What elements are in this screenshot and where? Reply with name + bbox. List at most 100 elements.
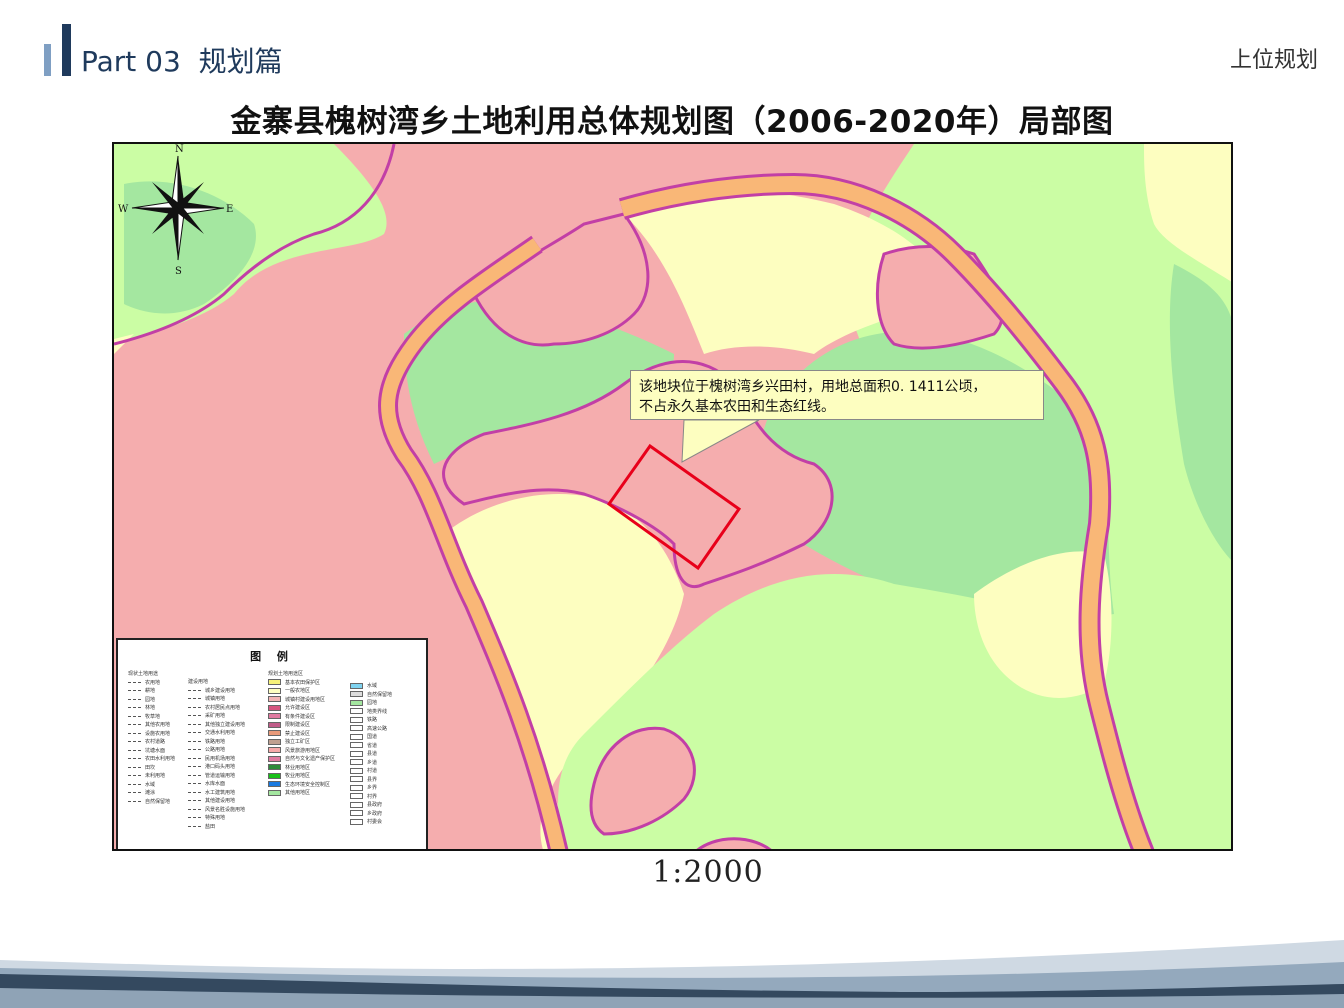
legend-item-label: 国道 (367, 734, 378, 740)
legend-swatch (350, 750, 363, 757)
legend-item-label: 园地 (145, 696, 156, 703)
callout-line-2: 不占永久基本农田和生态红线。 (639, 399, 835, 415)
legend-item: 县政府 (350, 801, 392, 810)
legend-swatch (268, 713, 281, 719)
legend-item-label: 农村居民点用地 (205, 704, 241, 711)
legend-swatch (268, 772, 281, 779)
legend-item: 其他独立建设用地 (188, 721, 245, 730)
legend-swatch (128, 775, 141, 776)
legend-item: 铁路 (350, 716, 392, 725)
legend-item-label: 自然与文化遗产保护区 (285, 756, 336, 762)
legend-item-label: 村委会 (367, 819, 383, 825)
legend-item-label: 水工建筑用地 (205, 789, 236, 796)
legend-item: 国道 (350, 733, 392, 742)
legend-item-label: 生态环境安全控制区 (285, 781, 331, 788)
legend-swatch (188, 732, 201, 733)
legend-item: 林地 (128, 704, 175, 713)
legend-item-label: 风景名胜设施用地 (205, 806, 246, 813)
legend-col-3: 规划土地用途区 基本农田保护区 一般农地区 城镇村建设用地区 允许建设区 有条件建设区限… (268, 670, 335, 798)
legend-item: 独立工矿区 (268, 738, 335, 747)
legend-item-label: 乡界 (367, 785, 378, 791)
compass-s: S (175, 266, 182, 277)
legend-title: 图 例 (250, 650, 294, 663)
legend-swatch (128, 749, 141, 751)
legend-item-label: 交通水利用地 (205, 730, 236, 736)
legend-swatch (188, 766, 201, 767)
legend-item-label: 县政府 (367, 802, 383, 808)
legend-item-label: 林地 (145, 705, 156, 711)
legend-swatch (350, 716, 363, 723)
legend-item: 水工建筑用地 (188, 789, 245, 798)
legend-item-label: 港口码头用地 (205, 764, 236, 770)
legend-item: 县界 (350, 776, 392, 785)
legend-item: 铁路用地 (188, 738, 245, 747)
legend-item: 村委会 (350, 818, 392, 827)
legend-item-label: 水域 (367, 683, 378, 689)
section-number: Part 03 (81, 45, 181, 78)
legend-item: 农田水利用地 (128, 755, 175, 764)
legend-item-label: 民用机场用地 (205, 755, 236, 762)
legend-item: 风景名胜设施用地 (188, 806, 245, 815)
legend-item: 自然保留地 (350, 691, 392, 700)
map-scale: 1:2000 (652, 855, 764, 890)
legend-item-label: 县界 (367, 776, 378, 783)
legend-swatch (268, 747, 281, 753)
legend-item-label: 其他农用地 (145, 722, 171, 728)
legend-swatch (350, 708, 363, 714)
legend-item: 民用机场用地 (188, 755, 245, 764)
legend-swatch (128, 690, 141, 691)
legend-item: 盐田 (188, 823, 245, 832)
legend-item: 自然保留地 (128, 798, 175, 807)
compass-e: E (226, 204, 233, 215)
legend-swatch (350, 784, 363, 791)
legend-swatch (350, 691, 363, 697)
legend-item: 港口码头用地 (188, 763, 245, 772)
legend-item-label: 一般农地区 (285, 688, 311, 694)
legend-item: 允许建设区 (268, 704, 335, 713)
legend-item-label: 设施农用地 (145, 730, 171, 737)
legend-item: 农村居民点用地 (188, 704, 245, 713)
legend-item-label: 县道 (367, 751, 378, 757)
legend-item: 园地 (350, 699, 392, 708)
legend-swatch (268, 687, 281, 694)
header-accent-bar-light (44, 44, 51, 76)
header-accent-bar-dark (62, 24, 71, 76)
legend-col-2: 建设用地 城乡建设用地 城镇用地 农村居民点用地 采矿用地 其他独立建设用地 交通水利用地… (188, 678, 245, 831)
legend-swatch (188, 825, 201, 827)
legend-item-label: 地类界线 (367, 708, 388, 715)
legend-swatch (128, 698, 141, 700)
legend-swatch (128, 800, 141, 802)
legend-item: 村界 (350, 793, 392, 802)
legend-item: 其他建设用地 (188, 797, 245, 806)
legend-item: 耕地 (128, 687, 175, 696)
compass-w: W (118, 204, 129, 215)
legend-swatch (188, 740, 201, 742)
legend-item: 城镇用地 (188, 695, 245, 704)
legend-item: 田坎 (128, 764, 175, 773)
legend-item-label: 乡政府 (367, 810, 383, 817)
legend-swatch (128, 732, 141, 734)
legend-swatch (268, 781, 281, 787)
legend-item: 设施农用地 (128, 730, 175, 739)
legend-col3-header: 规划土地用途区 (268, 671, 304, 677)
legend-item-label: 水域 (145, 781, 156, 788)
legend-item-label: 自然保留地 (145, 798, 171, 805)
legend-swatch (128, 783, 141, 785)
legend-item-label: 牧业用地区 (285, 773, 311, 779)
legend-swatch (188, 723, 201, 725)
legend-item-label: 村界 (367, 793, 378, 800)
legend-item: 水库水面 (188, 780, 245, 789)
legend-swatch (350, 733, 363, 740)
site-callout: 该地块位于槐树湾乡兴田村，用地总面积0. 1411公顷， 不占永久基本农田和生态… (630, 370, 1044, 420)
legend-item: 风景旅游用地区 (268, 747, 335, 756)
legend-swatch (350, 776, 363, 782)
legend-col2-header: 建设用地 (188, 679, 209, 685)
legend-item-label: 省道 (367, 742, 378, 749)
legend-item-label: 管道运输用地 (205, 772, 236, 779)
legend-item-label: 水库水面 (205, 781, 226, 787)
legend-swatch (268, 738, 281, 745)
legend-item-label: 公路用地 (205, 747, 226, 753)
legend-item-label: 林业用地区 (285, 764, 311, 771)
legend-swatch (128, 681, 141, 683)
legend-swatch (128, 707, 141, 708)
